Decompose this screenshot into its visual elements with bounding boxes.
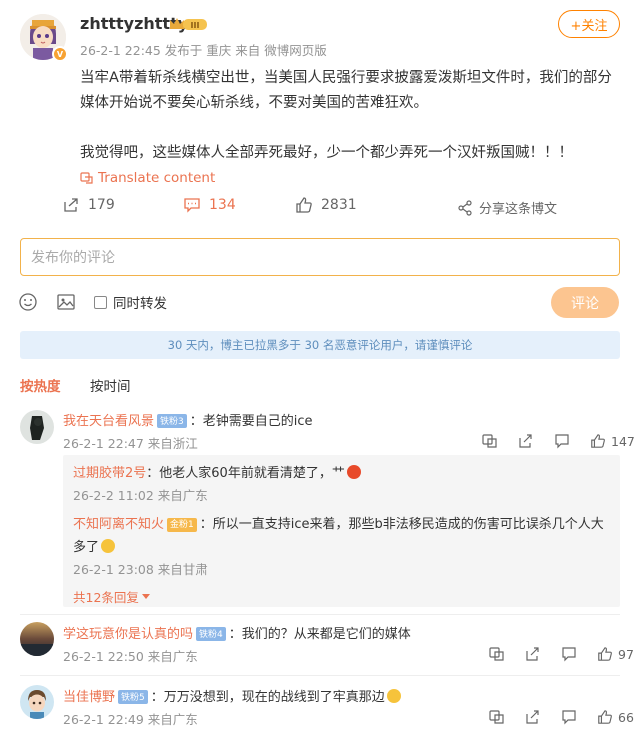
repost-icon xyxy=(64,198,78,212)
post-paragraph-2: 我觉得吧，这些媒体人全部弄死最好，少一个都少弄死一个汉奸叛国贼！！！ xyxy=(80,145,573,161)
submit-comment-button[interactable]: 评论 xyxy=(551,287,619,318)
repost-checkbox[interactable] xyxy=(94,295,107,309)
share-button[interactable]: 分享这条博文 xyxy=(457,198,557,217)
thumbs-up-icon xyxy=(598,647,612,661)
commenter-name[interactable]: 学这玩意你是认真的吗 xyxy=(63,627,193,642)
tab-sort-time[interactable]: 按时间 xyxy=(90,375,131,395)
thumbs-up-icon xyxy=(296,197,312,213)
reply-meta: 26-2-1 23:08 来自甘肃 xyxy=(73,562,208,577)
comment-text: ：老钟需要自己的ice xyxy=(189,414,313,429)
post-paragraph-1: 当牢A带着斩杀线横空出世，当美国人民强行要求披露爱泼斯坦文件时，我们的部分媒体开… xyxy=(80,70,612,111)
thumbs-up-icon xyxy=(598,710,612,724)
translate-label: Translate content xyxy=(98,170,216,186)
share-icon xyxy=(458,199,472,216)
follow-button[interactable]: +关注 xyxy=(558,10,620,38)
comment-line: 学这玩意你是认真的吗 铁粉4 ：我们的？从来都是它们的媒体 xyxy=(63,623,411,642)
repost-button[interactable]: 179 xyxy=(62,196,115,214)
more-replies-label: 共12条回复 xyxy=(73,590,139,605)
reply-line: 不知阿离不知火 金粉1 ：所以一直支持ice来着，那些b非法移民造成的伤害可比误杀几… xyxy=(73,513,613,559)
comment-like-button[interactable]: 97 xyxy=(597,646,634,662)
comment-text: ：万万没想到，现在的战线到了牢真那边 xyxy=(150,690,385,705)
repost-count: 179 xyxy=(88,197,115,213)
comment-line: 当佳博野 铁粉5 ：万万没想到，现在的战线到了牢真那边 xyxy=(63,686,401,705)
more-replies-link[interactable]: 共12条回复 xyxy=(73,587,150,606)
comment-like-count: 97 xyxy=(618,646,634,662)
image-icon[interactable] xyxy=(56,292,76,312)
thumbs-up-icon xyxy=(591,434,605,448)
repost-icon[interactable] xyxy=(525,709,541,725)
comment-text: ：我们的？从来都是它们的媒体 xyxy=(228,627,411,642)
comment-notice: 30 天内，博主已拉黑多于 30 名恶意评论用户，请谨慎评论 xyxy=(20,331,620,359)
translate-icon[interactable] xyxy=(489,709,505,725)
chevron-down-icon xyxy=(141,593,150,599)
like-count: 2831 xyxy=(321,197,357,213)
comment-icon[interactable] xyxy=(554,433,570,449)
reply-line: 过期胶带2号：他老人家60年前就看清楚了，艹 xyxy=(73,462,361,481)
comment-divider xyxy=(20,614,620,615)
post-action-bar: 179 134 2831 分享这条博文 xyxy=(0,196,640,220)
comment-count: 134 xyxy=(209,197,236,213)
comment-icon[interactable] xyxy=(561,709,577,725)
replier-name[interactable]: 过期胶带2号 xyxy=(73,466,146,481)
repost-checkbox-label: 同时转发 xyxy=(113,296,167,312)
like-button[interactable]: 2831 xyxy=(295,196,357,214)
fan-badge: 金粉1 xyxy=(167,518,197,532)
reply-text: ：他老人家60年前就看清楚了， xyxy=(146,466,332,481)
comment-meta: 26-2-1 22:47 来自浙江 xyxy=(63,436,198,451)
commenter-avatar[interactable] xyxy=(20,622,54,656)
reply-emoji-text: 艹 xyxy=(331,466,345,481)
post-meta: 26-2-1 22:45 发布于 重庆 来自 微博网页版 xyxy=(80,43,327,58)
comment-like-button[interactable]: 147 xyxy=(590,433,635,449)
comment-like-count: 147 xyxy=(611,433,635,449)
comment-button[interactable]: 134 xyxy=(183,196,236,214)
comment-like-button[interactable]: 66 xyxy=(597,709,634,725)
laughing-face-icon xyxy=(101,539,116,553)
share-label: 分享这条博文 xyxy=(479,202,558,217)
translate-icon[interactable] xyxy=(482,433,498,449)
crown-badge-icon: III xyxy=(168,15,208,33)
commenter-avatar[interactable] xyxy=(20,410,54,444)
fan-badge: 铁粉3 xyxy=(157,413,187,428)
translate-icon[interactable] xyxy=(489,646,505,662)
crown-level: III xyxy=(191,21,200,30)
translate-link[interactable]: Translate content xyxy=(80,170,215,186)
comment-icon[interactable] xyxy=(561,646,577,662)
fan-badge: 铁粉4 xyxy=(196,626,226,641)
verified-badge-icon: V xyxy=(52,46,68,62)
translate-icon xyxy=(80,172,93,184)
fan-badge: 铁粉5 xyxy=(118,689,148,704)
comment-like-count: 66 xyxy=(618,709,634,725)
commenter-name[interactable]: 我在天台看风景 xyxy=(63,414,154,429)
angry-face-icon xyxy=(346,465,361,479)
commenter-avatar[interactable] xyxy=(20,685,54,719)
emoji-icon[interactable] xyxy=(18,292,38,312)
comment-line: 我在天台看风景 铁粉3 ：老钟需要自己的ice xyxy=(63,410,313,429)
replier-name[interactable]: 不知阿离不知火 xyxy=(73,517,164,532)
reply-meta: 26-2-2 11:02 来自广东 xyxy=(73,488,208,503)
tab-sort-hot[interactable]: 按热度 xyxy=(20,375,61,395)
repost-icon[interactable] xyxy=(525,646,541,662)
comment-actions: 97 xyxy=(469,646,634,662)
comment-meta: 26-2-1 22:49 来自广东 xyxy=(63,712,198,727)
repost-icon[interactable] xyxy=(518,433,534,449)
commenter-name[interactable]: 当佳博野 xyxy=(63,690,115,705)
composer-tools: 同时转发 xyxy=(18,292,167,312)
comment-icon xyxy=(184,198,200,213)
comment-actions: 66 xyxy=(469,709,634,725)
comment-divider xyxy=(20,675,620,676)
comment-input[interactable]: 发布你的评论 xyxy=(20,238,620,276)
comment-meta: 26-2-1 22:50 来自广东 xyxy=(63,649,198,664)
comment-actions: 147 xyxy=(462,433,635,449)
crying-laughing-icon xyxy=(386,689,401,703)
